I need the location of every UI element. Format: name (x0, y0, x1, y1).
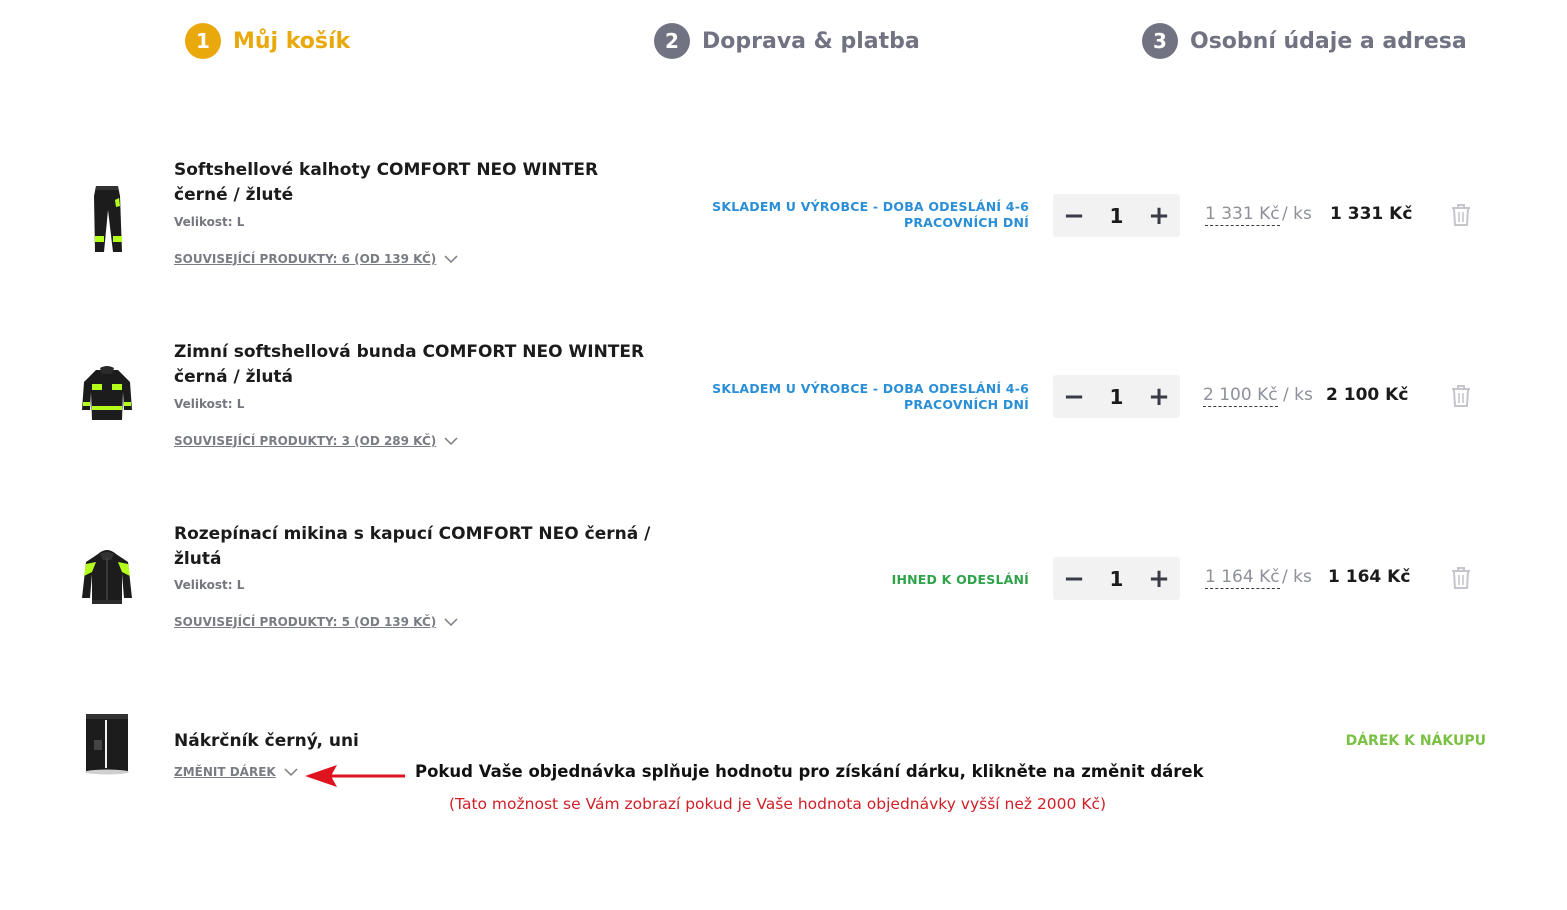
trousers-icon[interactable] (78, 184, 136, 256)
step-shipping-payment[interactable]: 2 Doprava & platba (654, 22, 920, 60)
change-gift-label: ZMĚNIT DÁREK (174, 765, 276, 779)
product-size: Velikost: L (174, 578, 244, 592)
quantity-value[interactable]: 1 (1097, 567, 1137, 591)
product-size: Velikost: L (174, 397, 244, 411)
neck-gaiter-icon[interactable] (80, 712, 134, 776)
step-cart[interactable]: 1 Můj košík (185, 22, 350, 60)
line-total: 2 100 Kč (1326, 385, 1409, 405)
step-number: 1 (185, 23, 221, 59)
cart-item: Rozepínací mikina s kapucí COMFORT NEO č… (0, 514, 1567, 644)
size-label: Velikost: (174, 578, 233, 592)
gift-badge: DÁREK K NÁKUPU (1345, 733, 1486, 749)
step-label: Osobní údaje a adresa (1190, 28, 1467, 54)
step-number: 2 (654, 23, 690, 59)
quantity-decrease-button[interactable]: − (1053, 194, 1095, 237)
unit-price: 2 100 Kč (1203, 385, 1278, 407)
product-title[interactable]: Zimní softshellová bunda COMFORT NEO WIN… (174, 340, 654, 390)
quantity-stepper: − 1 + (1053, 375, 1180, 418)
quantity-decrease-button[interactable]: − (1053, 557, 1095, 600)
related-products-toggle[interactable]: SOUVISEJÍCÍ PRODUKTY: 3 (OD 289 KČ) (174, 434, 458, 448)
step-personal-details[interactable]: 3 Osobní údaje a adresa (1142, 22, 1467, 60)
quantity-increase-button[interactable]: + (1138, 375, 1180, 418)
gift-title: Nákrčník černý, uni (174, 731, 359, 751)
related-products-toggle[interactable]: SOUVISEJÍCÍ PRODUKTY: 5 (OD 139 KČ) (174, 615, 458, 629)
size-value: L (236, 397, 245, 411)
price-unit: / ks (1283, 385, 1313, 405)
cart-item: Zimní softshellová bunda COMFORT NEO WIN… (0, 332, 1567, 462)
quantity-value[interactable]: 1 (1097, 385, 1137, 409)
chevron-down-icon (444, 618, 458, 627)
related-products-label: SOUVISEJÍCÍ PRODUKTY: 5 (OD 139 KČ) (174, 615, 437, 629)
arrow-left-icon (305, 765, 405, 787)
size-label: Velikost: (174, 397, 233, 411)
unit-price: 1 331 Kč (1205, 204, 1280, 226)
chevron-down-icon (284, 768, 298, 777)
gift-instruction-note: Pokud Vaše objednávka splňuje hodnotu pr… (415, 762, 1204, 781)
quantity-stepper: − 1 + (1053, 194, 1180, 237)
product-title[interactable]: Softshellové kalhoty COMFORT NEO WINTER … (174, 158, 654, 208)
related-products-toggle[interactable]: SOUVISEJÍCÍ PRODUKTY: 6 (OD 139 KČ) (174, 252, 458, 266)
step-label: Můj košík (233, 28, 351, 54)
stock-status: SKLADEM U VÝROBCE - DOBA ODESLÁNÍ 4-6 PR… (712, 199, 1029, 230)
related-products-label: SOUVISEJÍCÍ PRODUKTY: 3 (OD 289 KČ) (174, 434, 437, 448)
product-title[interactable]: Rozepínací mikina s kapucí COMFORT NEO č… (174, 522, 654, 572)
quantity-increase-button[interactable]: + (1138, 557, 1180, 600)
unit-price: 1 164 Kč (1205, 567, 1280, 589)
product-size: Velikost: L (174, 215, 244, 229)
size-label: Velikost: (174, 215, 233, 229)
trash-icon[interactable] (1450, 384, 1472, 408)
change-gift-toggle[interactable]: ZMĚNIT DÁREK (174, 765, 298, 779)
quantity-decrease-button[interactable]: − (1053, 375, 1095, 418)
quantity-value[interactable]: 1 (1097, 204, 1137, 228)
price-unit: / ks (1282, 204, 1312, 224)
stock-status: IHNED K ODESLÁNÍ (891, 572, 1029, 587)
line-total: 1 164 Kč (1328, 567, 1411, 587)
chevron-down-icon (444, 255, 458, 264)
cart-item: Softshellové kalhoty COMFORT NEO WINTER … (0, 150, 1567, 280)
related-products-label: SOUVISEJÍCÍ PRODUKTY: 6 (OD 139 KČ) (174, 252, 437, 266)
size-value: L (236, 578, 245, 592)
size-value: L (236, 215, 245, 229)
jacket-icon[interactable] (78, 364, 136, 436)
chevron-down-icon (444, 437, 458, 446)
line-total: 1 331 Kč (1330, 204, 1413, 224)
step-number: 3 (1142, 23, 1178, 59)
quantity-increase-button[interactable]: + (1138, 194, 1180, 237)
trash-icon[interactable] (1450, 203, 1472, 227)
trash-icon[interactable] (1450, 566, 1472, 590)
price-unit: / ks (1282, 567, 1312, 587)
gift-condition-note: (Tato možnost se Vám zobrazí pokud je Va… (449, 795, 1107, 813)
quantity-stepper: − 1 + (1053, 557, 1180, 600)
stock-status: SKLADEM U VÝROBCE - DOBA ODESLÁNÍ 4-6 PR… (712, 381, 1029, 412)
step-label: Doprava & platba (702, 28, 920, 54)
hoodie-icon[interactable] (78, 546, 136, 618)
